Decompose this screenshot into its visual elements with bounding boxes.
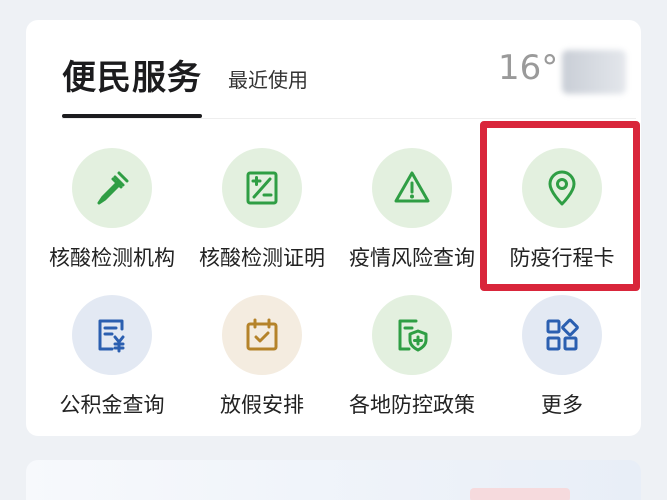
fund-document-icon	[98, 319, 125, 353]
service-icon-bg	[522, 295, 602, 375]
next-card-accent	[470, 488, 570, 500]
service-label: 核酸检测证明	[199, 246, 325, 270]
certificate-icon	[246, 171, 278, 205]
service-label: 放假安排	[220, 393, 304, 417]
service-more[interactable]: 更多	[487, 295, 637, 425]
service-nucleic-test-institution[interactable]: 核酸检测机构	[37, 148, 187, 278]
service-label: 各地防控政策	[349, 393, 475, 417]
highlight-annotation-box	[480, 121, 640, 291]
weather-icon-blurred	[562, 50, 626, 94]
service-label: 疫情风险查询	[349, 246, 475, 270]
service-holiday-schedule[interactable]: 放假安排	[187, 295, 337, 425]
dropper-icon	[97, 171, 129, 205]
weather-temperature[interactable]: 16°	[498, 48, 558, 88]
service-regional-policies[interactable]: 各地防控政策	[337, 295, 487, 425]
service-label: 更多	[541, 393, 583, 417]
shield-document-icon	[398, 319, 428, 352]
tab-convenience-services[interactable]: 便民服务	[62, 50, 202, 99]
service-provident-fund-query[interactable]: 公积金查询	[37, 295, 187, 425]
service-icon-bg	[372, 295, 452, 375]
grid-more-icon	[546, 318, 579, 351]
service-label: 公积金查询	[59, 393, 165, 417]
header-divider	[62, 118, 636, 119]
service-nucleic-test-certificate[interactable]: 核酸检测证明	[187, 148, 337, 278]
service-epidemic-risk-query[interactable]: 疫情风险查询	[337, 148, 487, 278]
convenience-services-card: 便民服务 最近使用 16° 核酸检测机构 核酸检测证明 疫情风险查询 防疫行程卡…	[26, 20, 641, 436]
service-icon-bg	[372, 148, 452, 228]
calendar-check-icon	[246, 318, 278, 351]
warning-icon	[394, 171, 430, 203]
service-icon-bg	[72, 295, 152, 375]
card-header: 便民服务 最近使用 16°	[26, 20, 641, 120]
service-icon-bg	[222, 295, 302, 375]
service-icon-bg	[222, 148, 302, 228]
service-label: 核酸检测机构	[49, 246, 175, 270]
tab-recently-used[interactable]: 最近使用	[228, 64, 308, 93]
service-icon-bg	[72, 148, 152, 228]
